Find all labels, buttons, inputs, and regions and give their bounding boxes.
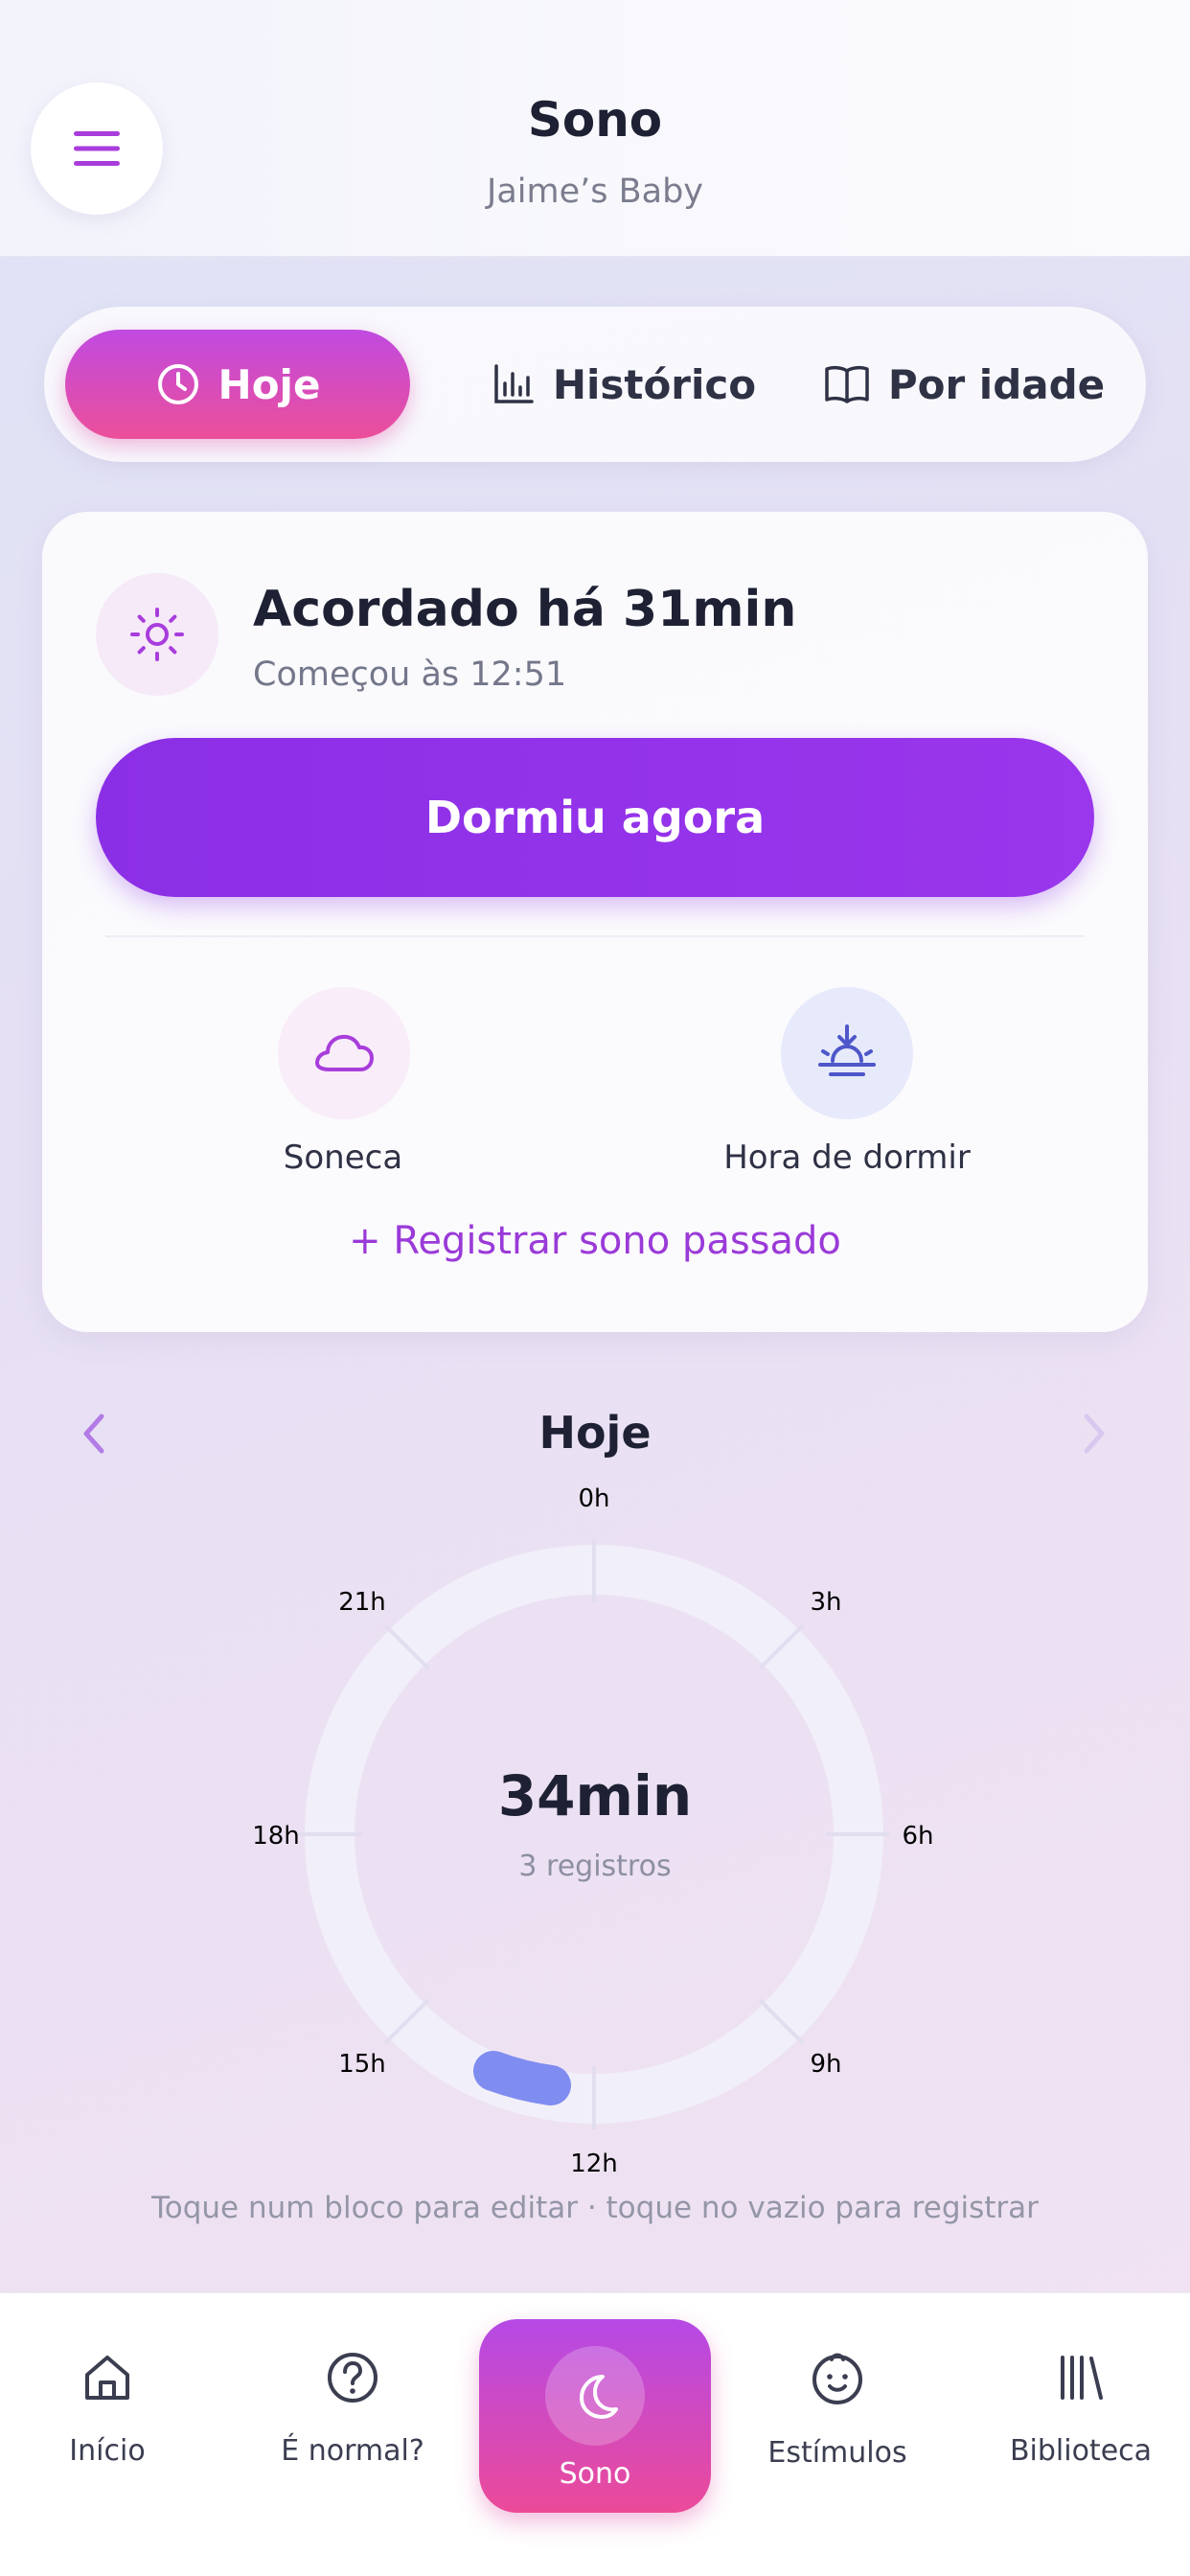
clock-icon — [157, 364, 198, 404]
nav-sono-icon-bubble — [545, 2346, 645, 2446]
chart-hint: Toque num bloco para editar · toque no v… — [151, 2191, 1039, 2225]
segmented-tabs: Hoje Histórico Por idade — [44, 307, 1146, 462]
day-title: Hoje — [538, 1407, 652, 1459]
bedtime-button[interactable] — [781, 987, 913, 1119]
sleep-block[interactable] — [473, 2051, 571, 2105]
tick-label-0h: 0h — [578, 1485, 609, 1513]
tick-label-21h: 21h — [338, 1588, 386, 1617]
book-icon — [825, 365, 869, 403]
nav-biblioteca[interactable]: Biblioteca — [966, 2350, 1190, 2468]
question-icon — [328, 2353, 378, 2403]
slept-now-button[interactable]: Dormiu agora — [96, 738, 1094, 897]
tab-hoje-label: Hoje — [217, 360, 321, 408]
total-sleep-value: 34min — [497, 1763, 693, 1828]
nav-estimulos[interactable]: Estímulos — [722, 2350, 952, 2470]
sunset-icon — [818, 1024, 876, 1076]
awake-status-subtitle: Começou às 12:51 — [253, 656, 567, 694]
nav-sono-label: Sono — [559, 2457, 631, 2491]
bar-chart-icon — [494, 364, 534, 403]
records-count: 3 registros — [518, 1850, 672, 1883]
bedtime-label: Hora de dormir — [723, 1138, 971, 1177]
nav-e-normal-label: É normal? — [281, 2434, 424, 2468]
awake-status-title: Acordado há 31min — [253, 581, 797, 638]
add-past-sleep-link[interactable]: + Registrar sono passado — [0, 1219, 1190, 1263]
nap-label: Soneca — [283, 1138, 403, 1177]
nap-button[interactable] — [278, 987, 410, 1119]
nav-estimulos-label: Estímulos — [767, 2436, 907, 2470]
status-icon-badge — [96, 573, 218, 696]
page-title: Sono — [527, 92, 663, 148]
home-icon — [85, 2356, 129, 2400]
moon-icon — [580, 2375, 618, 2419]
baby-face-icon — [812, 2353, 862, 2404]
tick-label-12h: 12h — [570, 2150, 618, 2178]
nav-inicio[interactable]: Início — [0, 2350, 222, 2468]
sun-icon — [130, 608, 184, 661]
tab-hoje[interactable]: Hoje — [65, 330, 410, 439]
nav-sono[interactable]: Sono — [479, 2319, 711, 2513]
tab-por-idade[interactable]: Por idade — [811, 330, 1117, 439]
tick-label-9h: 9h — [810, 2050, 841, 2079]
tab-historico[interactable]: Histórico — [466, 330, 782, 439]
nav-inicio-label: Início — [69, 2434, 146, 2468]
tab-historico-label: Histórico — [552, 360, 757, 408]
tick-label-15h: 15h — [338, 2050, 386, 2079]
nav-e-normal[interactable]: É normal? — [238, 2350, 468, 2468]
card-divider — [105, 935, 1085, 937]
ring-separators — [299, 1539, 889, 2129]
next-day-button[interactable] — [1075, 1409, 1113, 1462]
sleep-clock-ring[interactable]: 0h 3h 6h 9h 12h 15h 18h 21h — [230, 1485, 958, 2195]
page-subtitle: Jaime’s Baby — [487, 172, 703, 211]
cloud-icon — [315, 1034, 374, 1071]
tab-por-idade-label: Por idade — [887, 360, 1106, 408]
tick-label-3h: 3h — [810, 1588, 841, 1617]
chevron-right-icon — [1084, 1414, 1105, 1454]
nav-biblioteca-label: Biblioteca — [1009, 2434, 1153, 2468]
library-icon — [1061, 2356, 1103, 2400]
